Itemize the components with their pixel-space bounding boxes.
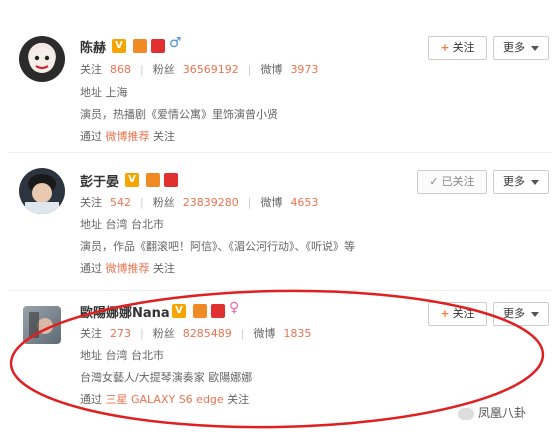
address-value: 台湾 台北市: [105, 349, 165, 362]
weibo-count[interactable]: 4653: [290, 196, 318, 209]
user-name[interactable]: 歐陽娜娜Nana: [80, 302, 170, 321]
vip-badge-icon[interactable]: [133, 39, 147, 53]
user-name[interactable]: 彭于晏: [80, 171, 119, 190]
following-count[interactable]: 273: [110, 327, 131, 340]
via-line: 通过 微博推荐 关注: [80, 260, 175, 276]
vip-badge-icon[interactable]: [193, 304, 207, 318]
user-card-1: 陈赫 V ♂ 关注 868 | 粉丝 36569192 | 微博 3973 地址 上海 演员，…: [0, 0, 559, 150]
avatar-face-image: [29, 47, 55, 73]
caret-down-icon: [531, 45, 539, 51]
following-label: 关注: [80, 327, 102, 340]
vip-badge-icon[interactable]: [146, 173, 160, 187]
caret-down-icon: [531, 311, 539, 317]
bio: 演员，作品《翻滚吧！阿信》、《湄公河行动》、《听说》等: [80, 240, 355, 253]
watermark: 凤凰八卦: [458, 404, 526, 421]
more-button-label: 更多: [503, 175, 525, 188]
stats-line: 关注 542 | 粉丝 23839280 | 微博 4653: [80, 196, 319, 209]
wechat-icon: [458, 407, 474, 420]
plus-icon: +: [440, 307, 450, 320]
following-label: 关注: [80, 196, 102, 209]
weibo-count[interactable]: 3973: [290, 63, 318, 76]
address-line: 地址 台湾 台北市: [80, 216, 164, 232]
verified-badge-icon[interactable]: V: [125, 173, 139, 187]
fans-label: 粉丝: [152, 63, 175, 76]
fans-count[interactable]: 8285489: [183, 327, 232, 340]
via-label: 通过: [80, 393, 102, 406]
weibo-label: 微博: [260, 63, 283, 76]
user-name[interactable]: 陈赫: [80, 37, 106, 56]
address-line: 地址 上海: [80, 84, 128, 100]
follow-button[interactable]: + 关注: [428, 302, 487, 326]
more-button-label: 更多: [503, 307, 525, 320]
fans-count[interactable]: 36569192: [183, 63, 239, 76]
weibo-label: 微博: [260, 196, 283, 209]
via-link[interactable]: 微博推荐: [106, 130, 150, 143]
via-label: 通过: [80, 262, 102, 275]
follow-button[interactable]: + 关注: [428, 36, 487, 60]
via-link[interactable]: 微博推荐: [106, 262, 150, 275]
male-icon: ♂: [169, 35, 182, 51]
fans-label: 粉丝: [152, 196, 175, 209]
fans-label: 粉丝: [152, 327, 175, 340]
stats-line: 关注 273 | 粉丝 8285489 | 微博 1835: [80, 327, 312, 340]
address-label: 地址: [80, 86, 102, 99]
member-badge-icon[interactable]: [164, 173, 178, 187]
address-label: 地址: [80, 218, 102, 231]
more-button[interactable]: 更多: [493, 170, 549, 194]
more-button[interactable]: 更多: [493, 36, 549, 60]
plus-icon: +: [440, 41, 450, 54]
more-button[interactable]: 更多: [493, 302, 549, 326]
via-line: 通过 三星 GALAXY S6 edge 关注: [80, 391, 249, 407]
bio: 演员，热播剧《爱情公寓》里饰演曾小贤: [80, 108, 278, 121]
female-icon: ♀: [229, 300, 240, 316]
address-value: 台湾 台北市: [105, 218, 165, 231]
address-line: 地址 台湾 台北市: [80, 347, 164, 363]
follow-button-label: 关注: [452, 307, 475, 320]
verified-badge-icon[interactable]: V: [112, 39, 126, 53]
member-badge-icon[interactable]: [211, 304, 225, 318]
via-label: 通过: [80, 130, 102, 143]
bio: 台灣女藝人/大提琴演奏家 歐陽娜娜: [80, 371, 253, 384]
via-suffix: 关注: [153, 130, 175, 143]
fans-count[interactable]: 23839280: [183, 196, 239, 209]
avatar[interactable]: [19, 168, 65, 214]
more-button-label: 更多: [503, 41, 525, 54]
weibo-label: 微博: [253, 327, 276, 340]
avatar-face-image: [25, 174, 59, 214]
check-icon: ✓: [429, 175, 439, 188]
verified-badge-icon[interactable]: V: [172, 304, 186, 318]
watermark-text: 凤凰八卦: [478, 406, 527, 420]
via-suffix: 关注: [227, 393, 250, 406]
follow-button-label: 关注: [452, 41, 475, 54]
member-badge-icon[interactable]: [151, 39, 165, 53]
following-label: 关注: [80, 63, 102, 76]
followed-button[interactable]: ✓ 已关注: [417, 170, 487, 194]
following-count[interactable]: 542: [110, 196, 131, 209]
avatar[interactable]: [19, 36, 65, 82]
via-line: 通过 微博推荐 关注: [80, 128, 175, 144]
via-suffix: 关注: [153, 262, 175, 275]
via-link[interactable]: 三星 GALAXY S6 edge: [106, 393, 224, 406]
followed-button-label: 已关注: [441, 175, 475, 188]
avatar-face-image: [29, 312, 53, 338]
following-count[interactable]: 868: [110, 63, 131, 76]
address-label: 地址: [80, 349, 102, 362]
stats-line: 关注 868 | 粉丝 36569192 | 微博 3973: [80, 63, 319, 76]
avatar[interactable]: [23, 306, 61, 344]
weibo-count[interactable]: 1835: [283, 327, 311, 340]
caret-down-icon: [531, 179, 539, 185]
address-value: 上海: [105, 86, 128, 99]
user-card-2: 彭于晏 V 关注 542 | 粉丝 23839280 | 微博 4653 地址 台湾 台北市 …: [0, 152, 559, 292]
